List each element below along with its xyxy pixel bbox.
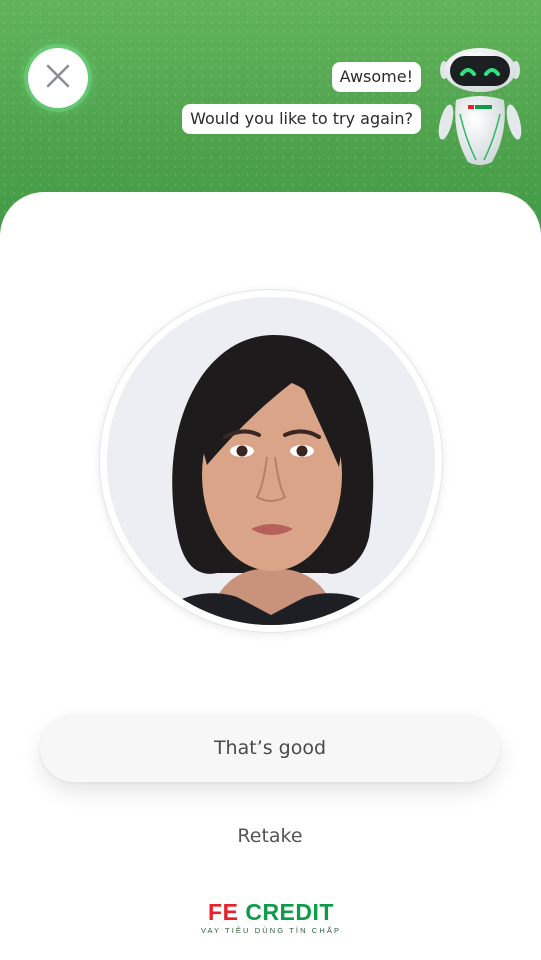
logo-credit-text: CREDIT (245, 899, 334, 925)
robot-assistant-icon (436, 44, 524, 172)
fe-credit-logo: FE CREDIT VAY TIÊU DÙNG TÍN CHẤP (188, 900, 354, 935)
logo-tagline: VAY TIÊU DÙNG TÍN CHẤP (200, 926, 342, 935)
close-button[interactable] (28, 48, 88, 108)
chat-bubble-awesome: Awsome! (331, 62, 421, 92)
photo-frame (100, 290, 442, 632)
retake-button[interactable]: Retake (170, 812, 370, 860)
robot-badge (468, 105, 492, 109)
chat-bubble-try-again: Would you like to try again? (182, 104, 421, 134)
logo-wordmark: FE CREDIT (188, 900, 354, 924)
close-icon (44, 62, 72, 94)
thats-good-button[interactable]: That’s good (40, 714, 500, 782)
logo-fe-text: FE (208, 899, 239, 925)
selfie-photo (107, 297, 435, 625)
